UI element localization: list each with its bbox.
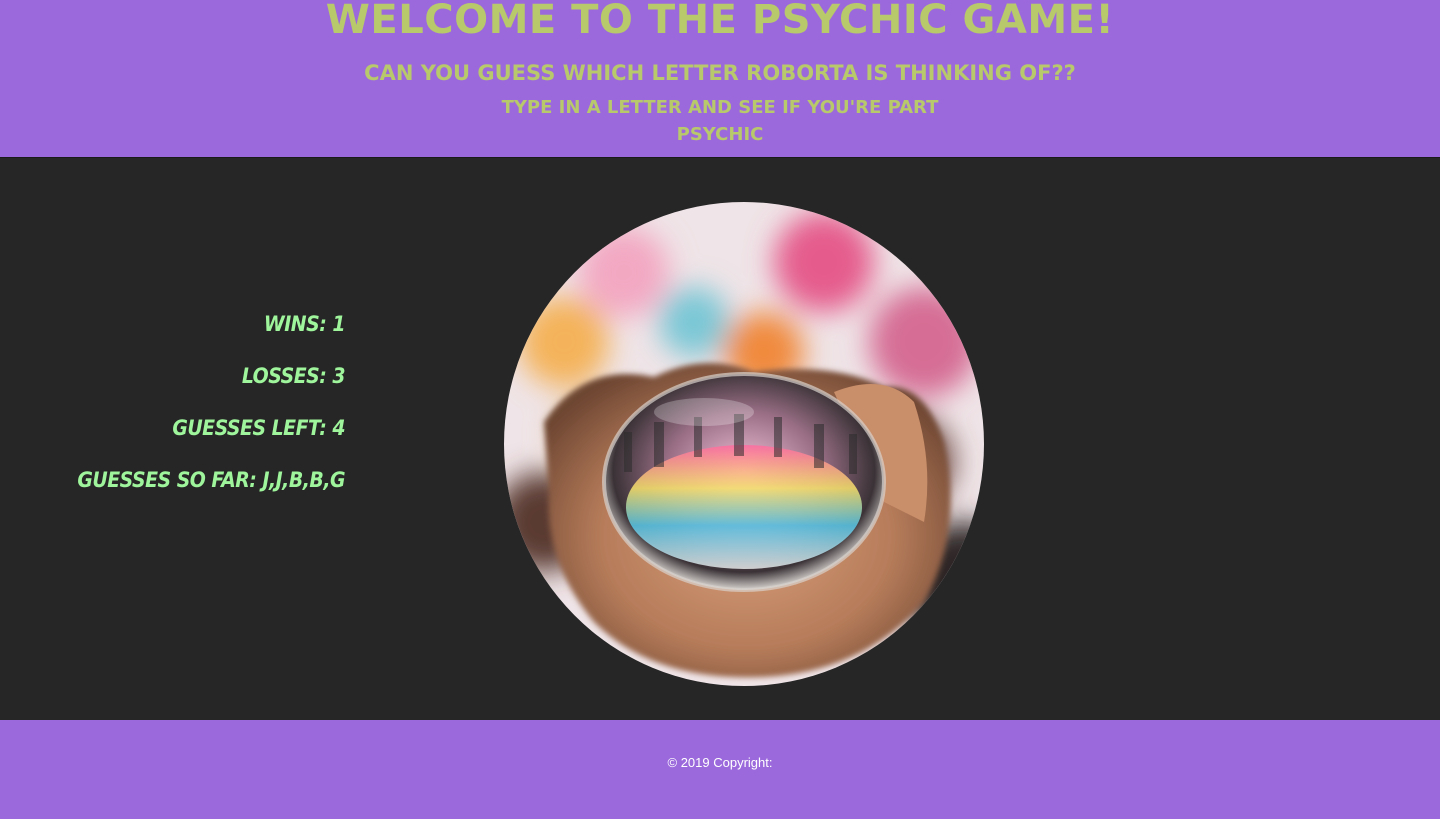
- instructions-text: Type in a letter and see if you're part …: [501, 97, 939, 145]
- page-subtitle: Can you guess which letter Roborta is th…: [364, 61, 1076, 85]
- page-header: Welcome to the Psychic Game! Can you gue…: [0, 0, 1440, 158]
- guesses-left-count: Guesses Left: 4: [172, 416, 345, 440]
- wins-count: Wins: 1: [263, 312, 346, 336]
- losses-count: Losses: 3: [241, 364, 346, 388]
- copyright-text: © 2019 Copyright:: [667, 755, 773, 770]
- score-panel: Wins: 1 Losses: 3 Guesses Left: 4 Guesse…: [0, 300, 345, 508]
- guesses-so-far-list: Guesses so far: J,J,B,B,G: [77, 468, 345, 492]
- page-title: Welcome to the Psychic Game!: [325, 0, 1115, 43]
- crystal-ball-image: [504, 202, 984, 686]
- page-footer: © 2019 Copyright:: [0, 720, 1440, 819]
